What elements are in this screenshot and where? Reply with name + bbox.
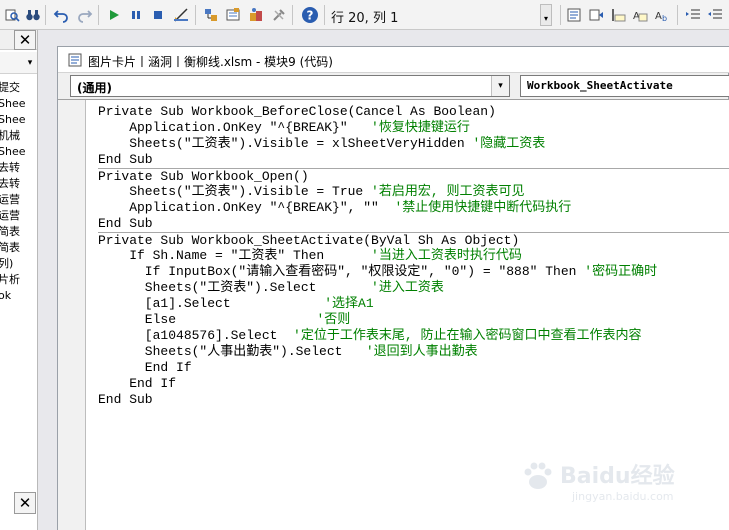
object-browser-icon[interactable]: [247, 6, 265, 24]
code-line[interactable]: Application.OnKey "^{BREAK}" '恢复快捷键运行: [98, 120, 729, 136]
code-line[interactable]: Private Sub Workbook_BeforeClose(Cancel …: [98, 104, 729, 120]
watermark-url: jingyan.baidu.com: [572, 490, 674, 503]
procedure-dropdown[interactable]: Workbook_SheetActivate: [520, 75, 729, 97]
tree-item[interactable]: Shee: [0, 112, 37, 128]
redo-icon[interactable]: [76, 6, 94, 24]
list-properties-icon[interactable]: [565, 6, 583, 24]
find-icon[interactable]: [3, 6, 21, 24]
object-dropdown[interactable]: (通用) ▾: [70, 75, 510, 97]
tree-item[interactable]: 机械: [0, 128, 37, 144]
tree-item[interactable]: 简表: [0, 224, 37, 240]
toolbar-separator: [195, 5, 196, 25]
tree-item[interactable]: 提交: [0, 80, 37, 96]
code-line[interactable]: If Sh.Name = "工资表" Then '当进入工资表时执行代码: [98, 248, 729, 264]
svg-text:?: ?: [307, 9, 314, 23]
code-line[interactable]: End If: [98, 376, 729, 392]
toolbar-separator: [677, 5, 678, 25]
project-tree: 提交 Shee Shee 机械 Shee 去转 去转 运营 运营 简表 简表 列…: [0, 80, 37, 304]
toolbar-options-dropdown[interactable]: ▾: [540, 4, 552, 26]
toolbar-separator: [292, 5, 293, 25]
code-line[interactable]: [a1].Select '选择A1: [98, 296, 729, 312]
help-icon[interactable]: ?: [301, 6, 319, 24]
code-window-titlebar: 图片卡片丨涵洞丨衡柳线.xlsm - 模块9 (代码): [58, 47, 729, 73]
pause-icon[interactable]: [127, 6, 145, 24]
svg-text:b: b: [662, 14, 667, 23]
watermark: Baidu经验 jingyan.baidu.com: [520, 452, 720, 522]
code-line[interactable]: Private Sub Workbook_SheetActivate(ByVal…: [98, 232, 729, 248]
paw-icon: [524, 462, 552, 489]
tree-item[interactable]: 简表: [0, 240, 37, 256]
scroll-down-icon[interactable]: ▾: [24, 54, 36, 72]
tree-item[interactable]: 片析: [0, 272, 37, 288]
properties-close-icon[interactable]: ✕: [14, 492, 36, 514]
run-icon[interactable]: [105, 6, 123, 24]
toolbar-separator: [45, 5, 46, 25]
object-dropdown-value: (通用): [77, 81, 112, 95]
code-line[interactable]: Sheets("工资表").Visible = True '若启用宏, 则工资表…: [98, 184, 729, 200]
binoculars-icon[interactable]: [24, 6, 42, 24]
margin-indicator-bar[interactable]: [58, 100, 86, 530]
toolbar-separator: [560, 5, 561, 25]
code-line[interactable]: End Sub: [98, 152, 729, 168]
indent-icon[interactable]: [684, 6, 702, 24]
procedure-dropdown-value: Workbook_SheetActivate: [527, 79, 673, 92]
tree-item[interactable]: 运营: [0, 208, 37, 224]
tree-item[interactable]: 去转: [0, 176, 37, 192]
toolbox-icon[interactable]: [270, 6, 288, 24]
design-mode-icon[interactable]: [172, 6, 190, 24]
code-line[interactable]: Private Sub Workbook_Open(): [98, 168, 729, 184]
outdent-icon[interactable]: [706, 6, 724, 24]
stop-icon[interactable]: [149, 6, 167, 24]
tree-item[interactable]: ok: [0, 288, 37, 304]
tree-item[interactable]: 去转: [0, 160, 37, 176]
close-icon[interactable]: ✕: [14, 30, 36, 50]
module-icon: [68, 53, 82, 67]
code-line[interactable]: Sheets("人事出勤表").Select '退回到人事出勤表: [98, 344, 729, 360]
chevron-down-icon[interactable]: ▾: [491, 76, 509, 96]
watermark-logo-text: Baidu经验: [560, 464, 675, 489]
toolbar-separator: [98, 5, 99, 25]
toolbar-separator: [324, 5, 325, 25]
project-explorer-pane: ✕ ▾ 提交 Shee Shee 机械 Shee 去转 去转 运营 运营 简表 …: [0, 30, 38, 530]
code-line[interactable]: Else '否则: [98, 312, 729, 328]
tree-item[interactable]: Shee: [0, 144, 37, 160]
tree-item[interactable]: Shee: [0, 96, 37, 112]
list-constants-icon[interactable]: [587, 6, 605, 24]
cursor-position-status: 行 20, 列 1: [331, 11, 399, 26]
properties-icon[interactable]: [224, 6, 242, 24]
code-line[interactable]: End Sub: [98, 216, 729, 232]
code-line[interactable]: End If: [98, 360, 729, 376]
code-line[interactable]: End Sub: [98, 392, 729, 408]
svg-text:A: A: [655, 11, 662, 22]
code-line[interactable]: Application.OnKey "^{BREAK}", "" '禁止使用快捷…: [98, 200, 729, 216]
complete-word-icon[interactable]: Ab: [653, 6, 671, 24]
project-explorer-icon[interactable]: [202, 6, 220, 24]
undo-icon[interactable]: [52, 6, 70, 24]
tree-item[interactable]: 运营: [0, 192, 37, 208]
parameter-info-icon[interactable]: A: [631, 6, 649, 24]
code-line[interactable]: If InputBox("请输入查看密码", "权限设定", "0") = "8…: [98, 264, 729, 280]
code-line[interactable]: [a1048576].Select '定位于工作表末尾, 防止在输入密码窗口中查…: [98, 328, 729, 344]
code-line[interactable]: Sheets("工资表").Select '进入工资表: [98, 280, 729, 296]
tree-item[interactable]: 列): [0, 256, 37, 272]
code-window-title: 图片卡片丨涵洞丨衡柳线.xlsm - 模块9 (代码): [88, 55, 333, 69]
quick-info-icon[interactable]: [609, 6, 627, 24]
code-line[interactable]: Sheets("工资表").Visible = xlSheetVeryHidde…: [98, 136, 729, 152]
toolbar: ? 行 20, 列 1 ▾ A Ab: [0, 0, 729, 30]
code-content[interactable]: Private Sub Workbook_BeforeClose(Cancel …: [98, 104, 729, 408]
